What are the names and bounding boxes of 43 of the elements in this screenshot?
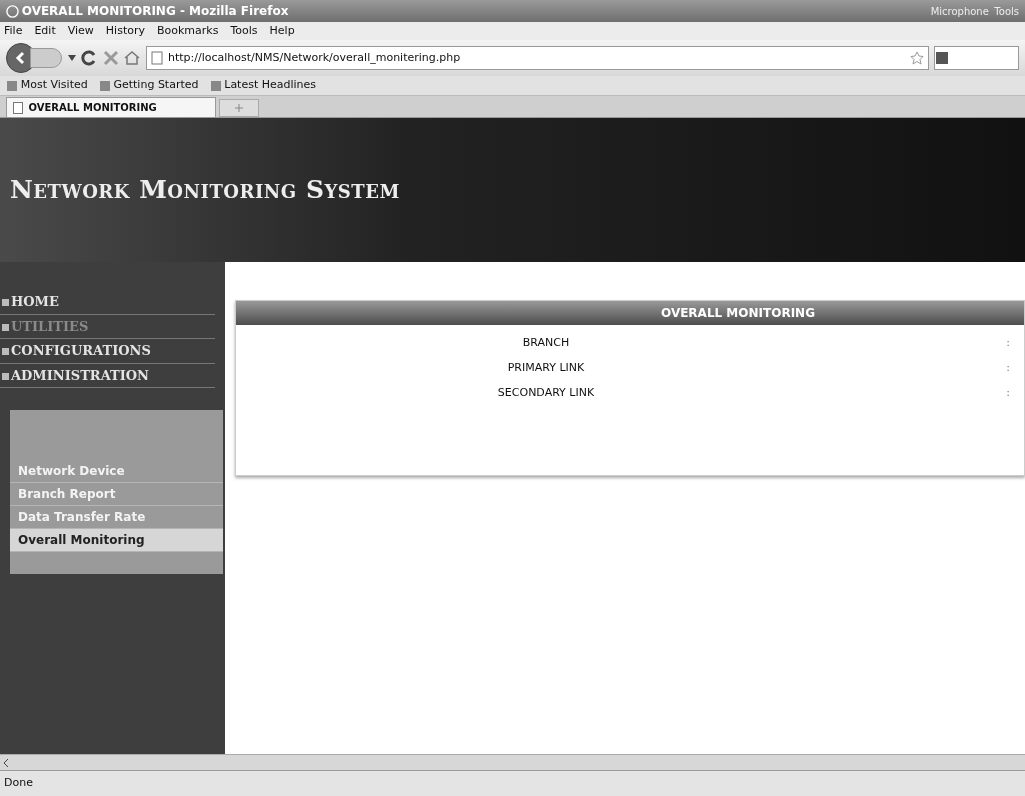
firefox-logo-icon (6, 4, 19, 18)
menu-item[interactable]: Edit (34, 22, 56, 40)
window-title: OVERALL MONITORING - Mozilla Firefox (21, 3, 289, 20)
menu-item[interactable]: Bookmarks (157, 22, 219, 40)
address-bar[interactable]: http://localhost/NMS/Network/overall_monitering.php (145, 46, 929, 70)
panel-title: OVERALL MONITORING (236, 301, 1024, 325)
separator-text: : (1006, 384, 1010, 401)
home-icon[interactable] (124, 50, 140, 66)
submenu-item[interactable]: Overall Monitoring (10, 529, 223, 552)
bookmark-link[interactable]: Most Visited (20, 77, 88, 94)
field-label: PRIMARY LINK (506, 359, 586, 376)
search-engine-icon (935, 51, 949, 65)
nav-menu-item[interactable]: ADMINISTRATION (0, 363, 215, 388)
nav-menu-item[interactable]: HOME (0, 290, 215, 315)
url-text: http://localhost/NMS/Network/overall_monitering.php (168, 49, 461, 66)
separator-text: : (1006, 334, 1010, 351)
field-label: SECONDARY LINK (496, 384, 596, 401)
nav-menu-item[interactable]: CONFIGURATIONS (0, 339, 215, 364)
search-field[interactable] (934, 46, 1019, 70)
plus-icon (234, 104, 243, 112)
horizontal-scrollbar[interactable] (0, 754, 1025, 770)
menu-item[interactable]: View (67, 22, 94, 40)
bookmark-icon (98, 79, 111, 92)
stop-icon[interactable] (102, 50, 119, 66)
browser-tab[interactable]: OVERALL MONITORING (6, 97, 216, 117)
field-label: BRANCH (521, 334, 571, 351)
dropdown-arrow-icon[interactable] (67, 55, 76, 61)
star-icon[interactable] (909, 51, 924, 65)
menu-item[interactable]: History (105, 22, 145, 40)
bookmark-icon (6, 79, 18, 92)
separator-text: : (1006, 359, 1010, 376)
page-icon (150, 51, 163, 65)
menu-item[interactable]: Tools (230, 22, 258, 40)
status-text: Done (4, 775, 33, 792)
bookmark-link[interactable]: Latest Headlines (224, 77, 317, 94)
bookmark-icon (209, 79, 222, 92)
page-icon (13, 101, 23, 114)
reload-icon[interactable] (81, 50, 97, 66)
bookmark-link[interactable]: Getting Started (113, 77, 199, 94)
site-title: Network Monitoring System (10, 175, 400, 205)
menu-item[interactable]: File (4, 22, 23, 40)
scroll-left-icon[interactable] (3, 758, 9, 767)
menu-item[interactable]: Help (269, 22, 295, 40)
